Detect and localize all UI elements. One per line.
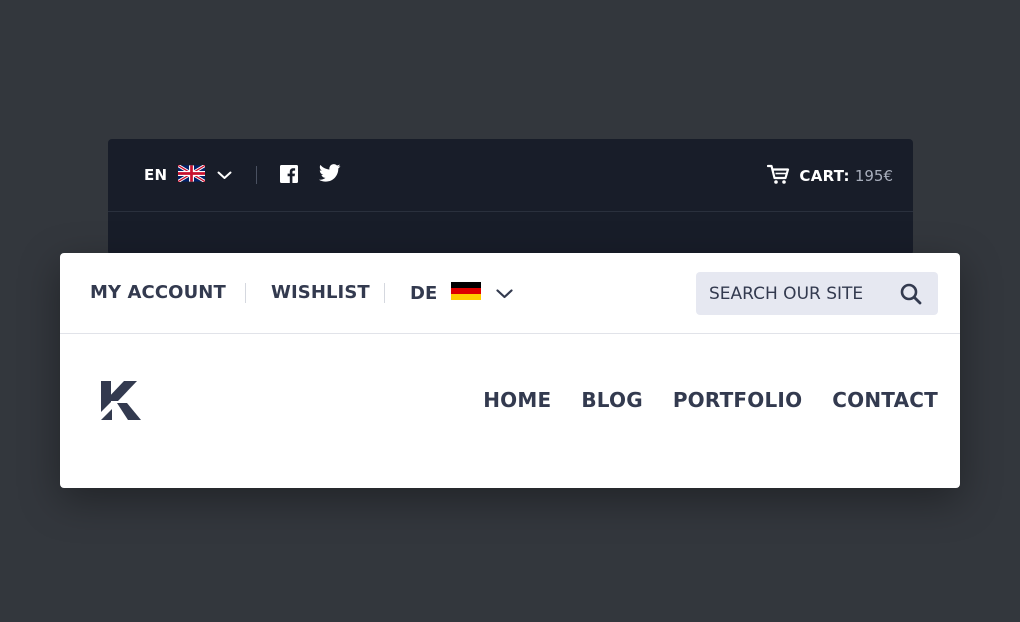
utility-bar: MY ACCOUNT WISHLIST DE	[60, 253, 960, 334]
nav-portfolio[interactable]: PORTFOLIO	[673, 387, 802, 413]
divider	[384, 283, 385, 303]
my-account-link[interactable]: MY ACCOUNT	[90, 282, 226, 304]
uk-flag-icon	[177, 163, 207, 186]
header-card: MY ACCOUNT WISHLIST DE SEARCH OUR SITE H…	[60, 253, 960, 488]
language-switcher-en[interactable]: EN	[144, 163, 232, 186]
divider	[245, 283, 246, 303]
cart-amount: 195€	[854, 167, 893, 185]
nav-blog[interactable]: BLOG	[581, 387, 643, 413]
shopping-cart-icon	[767, 164, 790, 189]
chevron-down-icon	[217, 166, 232, 184]
main-header: HOME BLOG PORTFOLIO CONTACT	[60, 334, 960, 488]
twitter-icon[interactable]	[318, 164, 341, 183]
main-nav: HOME BLOG PORTFOLIO CONTACT	[483, 387, 938, 413]
language-switcher-de[interactable]: DE	[410, 281, 513, 305]
nav-contact[interactable]: CONTACT	[832, 387, 938, 413]
cart-label: CART:	[799, 167, 850, 185]
germany-flag-icon	[451, 281, 482, 305]
language-code: DE	[410, 282, 438, 304]
search-input[interactable]	[696, 272, 886, 315]
nav-home[interactable]: HOME	[483, 387, 551, 413]
top-bar-row: EN CART: 195€	[108, 139, 913, 212]
chevron-down-icon	[496, 283, 513, 304]
search-box	[696, 272, 938, 315]
language-code: EN	[144, 166, 168, 184]
facebook-icon[interactable]	[280, 165, 298, 183]
search-icon[interactable]	[900, 283, 922, 305]
cart-link[interactable]: CART: 195€	[767, 164, 893, 189]
wishlist-link[interactable]: WISHLIST	[271, 282, 370, 304]
top-bar: EN CART: 195€	[108, 139, 913, 255]
divider	[256, 166, 257, 184]
k-logo-icon[interactable]	[100, 380, 142, 422]
